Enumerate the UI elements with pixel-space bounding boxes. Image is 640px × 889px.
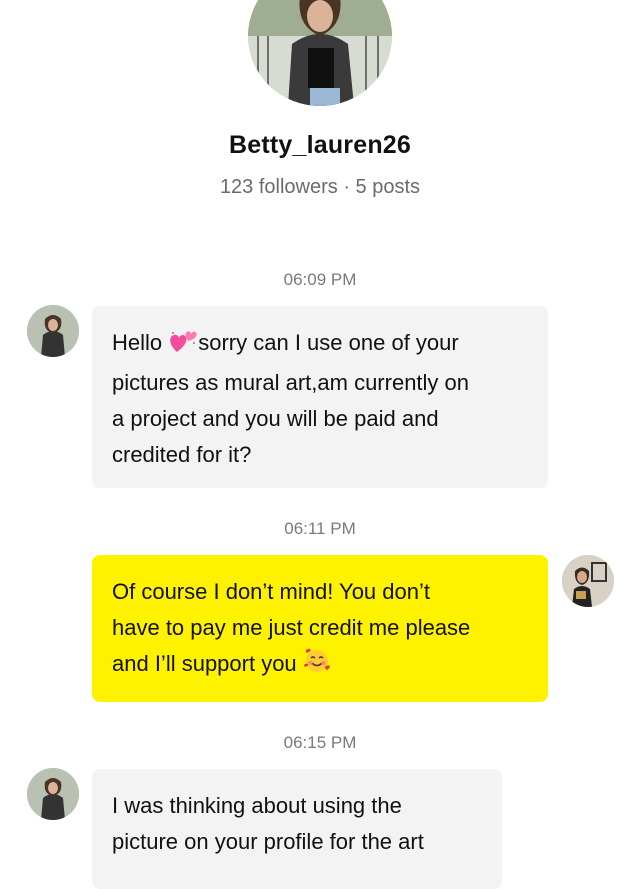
message-text: I was thinking about using the (112, 793, 402, 818)
message-text: Hello (112, 330, 169, 355)
message-bubble-incoming[interactable]: I was thinking about using the picture o… (92, 769, 502, 889)
message-timestamp: 06:09 PM (283, 270, 357, 289)
profile-stats: 123 followers · 5 posts (219, 176, 421, 198)
message-bubble-outgoing[interactable]: Of course I don’t mind! You don’t have t… (92, 555, 548, 702)
message-text: Of course I don’t mind! You don’t (112, 579, 430, 604)
message-text: picture on your profile for the art (112, 829, 424, 854)
message-bubble-incoming[interactable]: Hello sorry can I use one of your pictur… (92, 306, 548, 488)
message-text: and I’ll support you (112, 651, 303, 676)
message-timestamp: 06:11 PM (284, 519, 356, 538)
message-timestamp: 06:15 PM (283, 733, 357, 752)
message-text: pictures as mural art,am currently on (112, 370, 470, 395)
profile-username[interactable]: Betty_lauren26 (0, 131, 640, 160)
sender-avatar[interactable] (27, 305, 79, 357)
message-text: have to pay me just credit me please (112, 615, 471, 640)
sender-avatar[interactable] (27, 768, 79, 820)
smiling-face-with-hearts-icon (303, 647, 331, 686)
message-text: sorry can I use one of your (198, 330, 459, 355)
message-text: credited for it? (112, 442, 252, 467)
own-avatar[interactable] (562, 555, 614, 607)
message-text: a project and you will be paid and (112, 406, 439, 431)
profile-avatar[interactable] (248, 0, 392, 106)
two-hearts-icon (168, 328, 198, 365)
